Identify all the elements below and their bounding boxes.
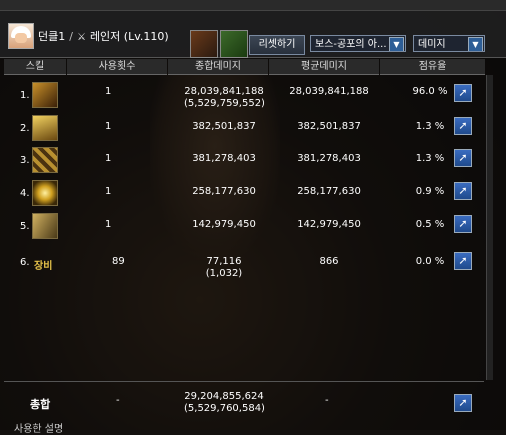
total-damage: 29,204,855,624 <box>184 391 264 402</box>
table-row: 4. 1 258,177,630 258,177,630 0.9 % ➚ <box>0 178 506 212</box>
chain-icon <box>32 147 58 173</box>
table-row: 2. 1 382,501,837 382,501,837 1.3 % ➚ <box>0 113 506 147</box>
reset-button[interactable]: 리셋하기 <box>249 35 305 55</box>
avg-value: 381,278,403 <box>297 153 361 164</box>
uses-value: 89 <box>112 256 125 267</box>
sword-icon: ⚔ <box>76 32 86 43</box>
share-button[interactable]: ➚ <box>454 182 472 200</box>
share-button[interactable]: ➚ <box>454 117 472 135</box>
character-name: 던클1 <box>38 30 66 43</box>
share-value: 0.0 % <box>415 256 445 267</box>
share-value: 96.0 % <box>412 86 448 97</box>
uses-value: 1 <box>105 121 112 132</box>
table-row: 5. 1 142,979,450 142,979,450 0.5 % ➚ <box>0 211 506 245</box>
chevron-down-icon: ▼ <box>389 37 404 51</box>
share-button[interactable]: ➚ <box>454 149 472 167</box>
top-tab-strip <box>0 0 506 11</box>
share-value: 1.3 % <box>415 121 445 132</box>
avg-value: 866 <box>319 256 339 267</box>
total-value: 28,039,841,188 <box>184 86 264 97</box>
gear-label: 장비 <box>34 261 53 272</box>
total-avg: - <box>325 395 329 406</box>
strike-icon <box>32 213 58 239</box>
light-beam-icon <box>32 115 58 141</box>
total-uses: - <box>116 395 120 406</box>
bottom-tab[interactable]: 사용한 설명 <box>14 420 63 435</box>
uses-value: 1 <box>105 219 112 230</box>
total-value: 142,979,450 <box>192 219 256 230</box>
total-row: 총합 - 29,204,855,624 (5,529,760,584) - ➚ <box>0 386 506 420</box>
total-value: 77,116 <box>206 256 242 267</box>
class-label: 레인저 (Lv.110) <box>89 30 169 43</box>
total-value: 382,501,837 <box>192 121 256 132</box>
share-button[interactable]: ➚ <box>454 215 472 233</box>
divider <box>4 381 484 382</box>
total-value: 258,177,630 <box>192 186 256 197</box>
col-avg: 평균데미지 <box>269 59 379 75</box>
avg-value: 258,177,630 <box>297 186 361 197</box>
total-sub-value: (1,032) <box>205 268 243 279</box>
share-value: 0.9 % <box>415 186 445 197</box>
skill-thumb-icon <box>190 30 218 58</box>
slash-icon <box>32 82 58 108</box>
share-button[interactable]: ➚ <box>454 252 472 270</box>
total-label: 총합 <box>30 398 51 411</box>
character-portrait <box>8 23 34 49</box>
col-uses: 사용횟수 <box>67 59 167 75</box>
avg-value: 28,039,841,188 <box>289 86 369 97</box>
share-value: 1.3 % <box>415 153 445 164</box>
table-row: 3. 1 381,278,403 381,278,403 1.3 % ➚ <box>0 145 506 179</box>
burst-icon <box>32 180 58 206</box>
table-row: 6. 장비 89 77,116 (1,032) 866 0.0 % ➚ <box>0 248 506 282</box>
share-button[interactable]: ➚ <box>454 84 472 102</box>
share-button[interactable]: ➚ <box>454 394 472 412</box>
avg-value: 382,501,837 <box>297 121 361 132</box>
total-value: 381,278,403 <box>192 153 256 164</box>
total-damage-sub: (5,529,760,584) <box>184 403 265 414</box>
mode-select[interactable]: 보스-공포의 아... ▼ <box>310 35 406 52</box>
total-sub-value: (5,529,759,552) <box>184 98 265 109</box>
uses-value: 1 <box>105 186 112 197</box>
share-value: 0.5 % <box>415 219 445 230</box>
character-title: 던클1/⚔ 레인저 (Lv.110) <box>38 30 169 43</box>
uses-value: 1 <box>105 86 112 97</box>
metric-select[interactable]: 데미지 ▼ <box>413 35 485 52</box>
col-skill: 스킬 <box>4 59 66 75</box>
col-total: 종합데미지 <box>168 59 268 75</box>
buff-thumb-icon <box>220 30 248 58</box>
table-row: 1. 1 28,039,841,188 (5,529,759,552) 28,0… <box>0 80 506 114</box>
avg-value: 142,979,450 <box>297 219 361 230</box>
col-share: 점유율 <box>380 59 485 75</box>
damage-meter-header: 던클1/⚔ 레인저 (Lv.110) 리셋하기 보스-공포의 아... ▼ 데미지 ▼ <box>0 11 506 58</box>
chevron-down-icon: ▼ <box>468 37 483 51</box>
uses-value: 1 <box>105 153 112 164</box>
